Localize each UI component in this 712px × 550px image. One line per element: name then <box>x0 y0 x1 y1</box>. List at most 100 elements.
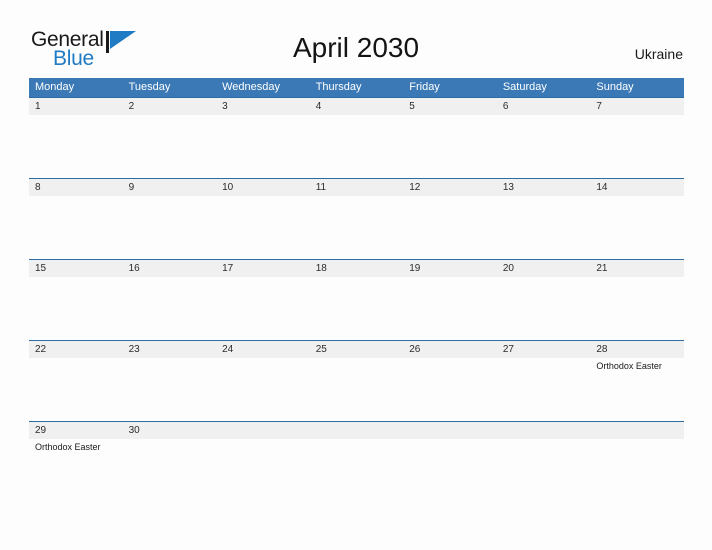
day-events <box>409 196 497 198</box>
day-events <box>503 115 591 117</box>
day-cell[interactable]: 2 <box>123 98 217 178</box>
day-header-thursday: Thursday <box>315 81 362 93</box>
day-events <box>316 277 404 279</box>
week-row: 22 23 24 25 26 27 28 Orthodox Easter <box>29 340 684 421</box>
day-number: 30 <box>128 425 140 436</box>
day-number: 10 <box>222 182 234 193</box>
week-row: 15 16 17 18 19 20 21 <box>29 259 684 340</box>
day-number: 14 <box>596 182 608 193</box>
day-cell[interactable]: 11 <box>310 179 404 259</box>
week-row: 29 Orthodox Easter 30 <box>29 421 684 481</box>
day-header-tuesday: Tuesday <box>128 81 171 93</box>
day-header-wednesday: Wednesday <box>222 81 281 93</box>
day-cell[interactable]: 5 <box>403 98 497 178</box>
calendar-grid: Monday Tuesday Wednesday Thursday Friday… <box>29 78 684 481</box>
day-number: 19 <box>409 263 421 274</box>
day-events <box>35 196 123 198</box>
day-cell-empty <box>310 422 404 481</box>
day-cell[interactable]: 30 <box>123 422 217 481</box>
day-cell[interactable]: 6 <box>497 98 591 178</box>
day-number: 8 <box>35 182 41 193</box>
day-header-saturday: Saturday <box>502 81 547 93</box>
day-cell-empty <box>216 422 310 481</box>
day-number: 29 <box>35 425 47 436</box>
day-events: Orthodox Easter <box>35 439 123 453</box>
day-cell[interactable]: 25 <box>310 341 404 421</box>
day-cell[interactable]: 27 <box>497 341 591 421</box>
day-cell[interactable]: 21 <box>590 260 684 340</box>
day-header-monday: Monday <box>35 81 75 93</box>
day-cell[interactable]: 24 <box>216 341 310 421</box>
day-cell[interactable]: 29 Orthodox Easter <box>29 422 123 481</box>
day-number: 18 <box>315 263 327 274</box>
day-number: 26 <box>409 344 421 355</box>
day-cell[interactable]: 20 <box>497 260 591 340</box>
page-header: General Blue April 2030 Ukraine <box>0 0 712 78</box>
day-cell[interactable]: 17 <box>216 260 310 340</box>
day-cell[interactable]: 16 <box>123 260 217 340</box>
day-cell[interactable]: 9 <box>123 179 217 259</box>
day-number: 9 <box>128 182 135 193</box>
day-events <box>316 358 404 360</box>
day-cell[interactable]: 28 Orthodox Easter <box>590 341 684 421</box>
day-cell[interactable]: 10 <box>216 179 310 259</box>
day-events <box>316 196 404 198</box>
day-cell-empty <box>403 422 497 481</box>
day-events <box>35 115 123 117</box>
day-events: Orthodox Easter <box>596 358 684 372</box>
day-cell[interactable]: 4 <box>310 98 404 178</box>
day-cell-empty <box>590 422 684 481</box>
day-cell[interactable]: 18 <box>310 260 404 340</box>
country-label: Ukraine <box>634 46 683 62</box>
day-cell[interactable]: 14 <box>590 179 684 259</box>
day-events <box>596 196 684 198</box>
day-cell[interactable]: 1 <box>29 98 123 178</box>
day-number: 7 <box>596 101 602 112</box>
day-number: 5 <box>409 101 415 112</box>
day-number: 28 <box>596 344 608 355</box>
day-events <box>596 277 684 279</box>
day-header-sunday: Sunday <box>596 81 634 93</box>
day-cell[interactable]: 15 <box>29 260 123 340</box>
day-cell[interactable]: 22 <box>29 341 123 421</box>
day-cell[interactable]: 7 <box>590 98 684 178</box>
day-number: 3 <box>222 101 228 112</box>
day-cell[interactable]: 13 <box>497 179 591 259</box>
day-cell[interactable]: 23 <box>123 341 217 421</box>
day-of-week-header-row: Monday Tuesday Wednesday Thursday Friday… <box>29 78 684 97</box>
day-events <box>409 277 497 279</box>
day-number: 20 <box>502 263 514 274</box>
day-number: 17 <box>222 263 234 274</box>
day-number: 15 <box>35 263 47 274</box>
day-number: 22 <box>35 344 47 355</box>
day-events <box>129 196 217 198</box>
day-cell[interactable]: 3 <box>216 98 310 178</box>
day-number: 23 <box>128 344 140 355</box>
day-events <box>129 358 217 360</box>
day-number: 16 <box>128 263 140 274</box>
day-number: 24 <box>222 344 234 355</box>
day-number: 27 <box>502 344 514 355</box>
day-events <box>596 115 684 117</box>
day-number: 25 <box>315 344 327 355</box>
day-events <box>503 358 591 360</box>
day-cell[interactable]: 12 <box>403 179 497 259</box>
day-cell[interactable]: 19 <box>403 260 497 340</box>
day-number: 2 <box>128 101 135 112</box>
day-number: 4 <box>315 101 322 112</box>
page-title: April 2030 <box>292 32 420 63</box>
day-number: 12 <box>409 182 421 193</box>
week-row: 8 9 10 11 12 13 14 <box>29 178 684 259</box>
day-number: 21 <box>596 263 608 274</box>
day-number: 13 <box>502 182 514 193</box>
day-events <box>222 277 310 279</box>
day-header-friday: Friday <box>409 81 440 93</box>
day-events <box>503 277 591 279</box>
day-events <box>222 358 310 360</box>
day-cell[interactable]: 8 <box>29 179 123 259</box>
day-events <box>222 196 310 198</box>
holiday-label: Orthodox Easter <box>596 361 662 371</box>
day-cell[interactable]: 26 <box>403 341 497 421</box>
day-events <box>409 115 497 117</box>
day-events <box>129 277 217 279</box>
